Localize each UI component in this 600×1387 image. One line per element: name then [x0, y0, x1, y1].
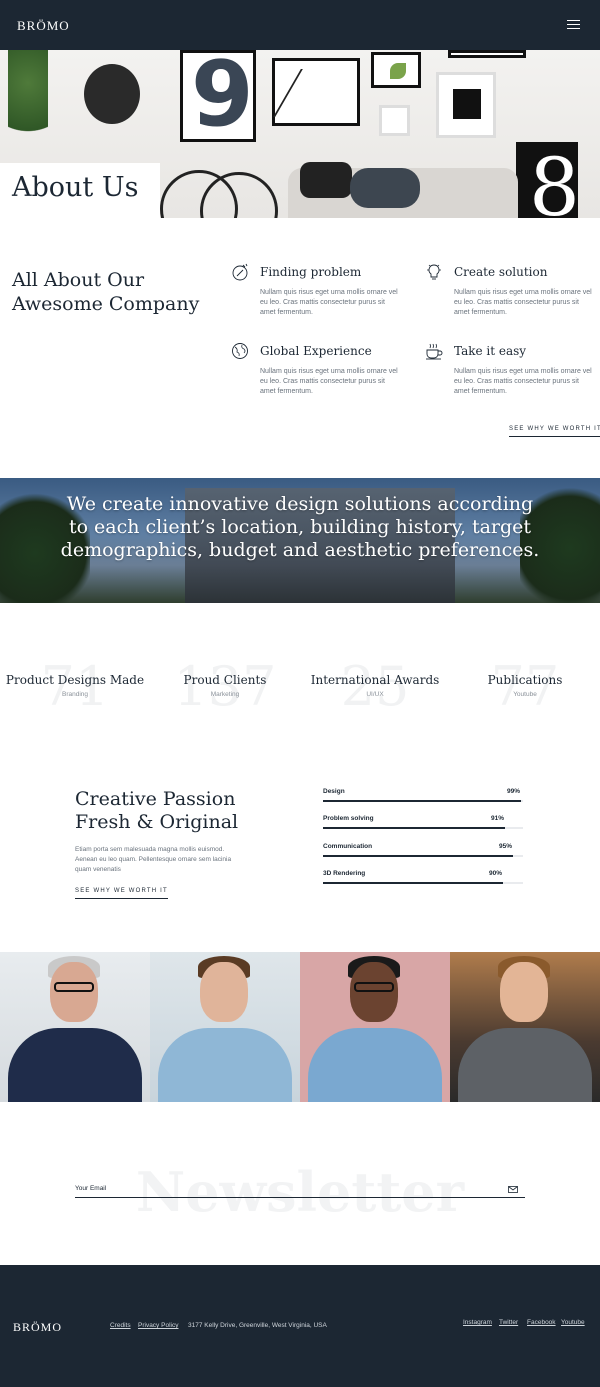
stat-sublabel: UI/UX [366, 691, 384, 698]
stat-label: International Awards [310, 673, 440, 687]
stat-label: Product Designs Made [5, 673, 145, 687]
stat-sublabel: Marketing [210, 691, 240, 698]
feature-title: Create solution [454, 265, 548, 279]
skill-row: Communication 95% [323, 843, 523, 863]
team-member-photo[interactable] [300, 952, 450, 1102]
stat-product-designs: 71 Product Designs Made Branding [0, 660, 150, 720]
skill-progress-bar [323, 800, 521, 802]
privacy-policy-link[interactable]: Privacy Policy [138, 1322, 178, 1329]
skill-progress-bar [323, 882, 503, 884]
banner-quote: We create innovative design solutions ac… [60, 493, 540, 561]
quote-banner: We create innovative design solutions ac… [0, 478, 600, 603]
feature-title: Global Experience [260, 344, 372, 358]
skill-name: Problem solving [323, 815, 374, 822]
skill-name: Design [323, 788, 345, 795]
compass-icon [232, 263, 248, 281]
stat-publications: 77 Publications Youtube [450, 660, 600, 720]
instagram-link[interactable]: Instagram [463, 1319, 492, 1326]
skill-percent: 95% [499, 843, 513, 850]
stat-label: Proud Clients [183, 673, 267, 687]
feature-text: Nullam quis risus eget urna mollis ornar… [454, 368, 592, 395]
skill-row: Problem solving 91% [323, 815, 523, 835]
stat-sublabel: Branding [61, 691, 89, 698]
see-why-link[interactable]: SEE WHY WE WORTH IT [75, 888, 168, 899]
page-title: About Us [12, 172, 139, 203]
feature-text: Nullam quis risus eget urna mollis ornar… [260, 289, 398, 316]
footer-address: 3177 Kelly Drive, Greenville, West Virgi… [188, 1322, 327, 1329]
feature-text: Nullam quis risus eget urna mollis ornar… [260, 368, 398, 395]
skill-percent: 99% [507, 788, 521, 795]
stat-number: 25 [340, 655, 410, 718]
skill-percent: 91% [491, 815, 505, 822]
facebook-link[interactable]: Facebook [527, 1319, 556, 1326]
see-why-link[interactable]: SEE WHY WE WORTH IT [509, 426, 600, 437]
feature-title: Take it easy [454, 344, 527, 358]
stat-number: 137 [173, 655, 277, 718]
about-heading: All About Our Awesome Company [12, 269, 200, 315]
team-member-photo[interactable] [0, 952, 150, 1102]
passion-heading: Creative Passion Fresh & Original [75, 788, 239, 833]
skill-progress-bar [323, 855, 513, 857]
stat-proud-clients: 137 Proud Clients Marketing [150, 660, 300, 720]
footer: BRÖMO Credits Privacy Policy 3177 Kelly … [0, 1265, 600, 1387]
globe-icon [232, 343, 248, 359]
envelope-icon[interactable] [508, 1186, 518, 1193]
skill-row: Design 99% [323, 788, 523, 808]
stat-label: Publications [487, 673, 563, 687]
brand-logo[interactable]: BRÖMO [17, 18, 70, 34]
credits-link[interactable]: Credits [110, 1322, 131, 1329]
stat-number: 77 [490, 655, 560, 718]
skill-row: 3D Rendering 90% [323, 870, 523, 890]
stat-international-awards: 25 International Awards UI/UX [300, 660, 450, 720]
youtube-link[interactable]: Youtube [561, 1319, 585, 1326]
skill-percent: 90% [489, 870, 503, 877]
team-photos [0, 952, 600, 1102]
coffee-cup-icon [426, 343, 443, 360]
footer-logo[interactable]: BRÖMO [13, 1320, 62, 1335]
stat-sublabel: Youtube [513, 691, 537, 698]
feature-title: Finding problem [260, 265, 362, 279]
hamburger-menu-icon[interactable] [567, 20, 580, 30]
skill-name: Communication [323, 843, 373, 850]
team-member-photo[interactable] [150, 952, 300, 1102]
passion-text: Etiam porta sem malesuada magna mollis e… [75, 846, 232, 873]
email-input[interactable] [75, 1178, 495, 1196]
top-navbar: BRÖMO [0, 0, 600, 50]
skill-name: 3D Rendering [323, 870, 366, 877]
email-underline [75, 1197, 525, 1198]
feature-text: Nullam quis risus eget urna mollis ornar… [454, 289, 592, 316]
skill-progress-bar [323, 827, 505, 829]
lightbulb-icon [427, 264, 441, 280]
twitter-link[interactable]: Twitter [499, 1319, 518, 1326]
stat-number: 71 [40, 655, 110, 718]
team-member-photo[interactable] [450, 952, 600, 1102]
